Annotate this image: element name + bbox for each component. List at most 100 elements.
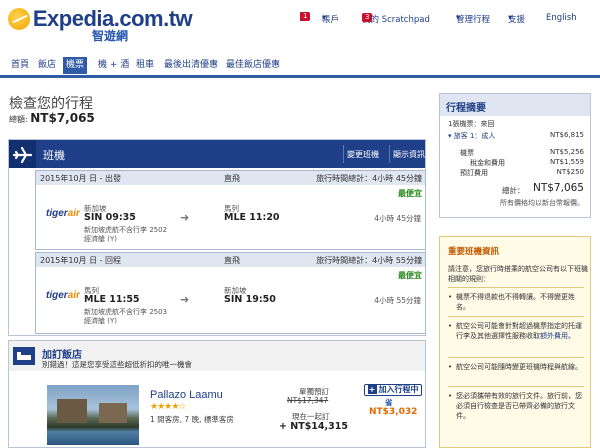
divider	[448, 386, 584, 387]
outbound-total-time: 旅行時間總計：4小時 45分鐘	[316, 174, 422, 183]
traveler-amount: NT$6,815	[549, 131, 584, 139]
summary-traveler[interactable]: ▾ 旅客 1：成人	[448, 131, 495, 141]
page-total: 總額: NT$7,065	[9, 111, 95, 125]
hotel-photo[interactable]	[47, 385, 139, 445]
tab-hotels[interactable]: 飯店	[35, 57, 59, 74]
inbound-type: 直飛	[224, 256, 240, 265]
standalone-price: NT$17,347	[287, 396, 329, 405]
inbound-header: 2015年10月 日 - 回程 直飛 旅行時間總計：4小時 55分鐘	[36, 253, 425, 267]
support-link[interactable]: 支援 ▾	[508, 13, 525, 25]
extra-fees-link[interactable]: 額外費用	[540, 332, 568, 340]
save-price: NT$3,032	[369, 407, 418, 417]
total-label: 總額:	[9, 115, 28, 124]
inbound-operator: 新加坡虎航不含行李 2503	[84, 308, 168, 316]
summary-tickets: 1張機票：來回	[448, 120, 495, 128]
tab-flights[interactable]: 機票	[63, 57, 88, 74]
divider	[448, 316, 584, 317]
outbound-date: 2015年10月 日 - 出發	[40, 174, 122, 183]
booking-label: 預訂費用	[460, 169, 488, 177]
hotel-stars: ★★★★☆	[150, 402, 186, 412]
summary-total-label: 總計：	[502, 186, 525, 195]
outbound-cheapest: 最便宜	[398, 189, 422, 198]
tab-last-minute[interactable]: 最後出清優惠	[161, 57, 221, 74]
tab-home[interactable]: 首頁	[8, 57, 32, 74]
inbound-to-time: SIN 19:50	[224, 294, 276, 305]
outbound-trip: 2015年10月 日 - 出發 直飛 旅行時間總計：4小時 45分鐘 最便宜 t…	[35, 170, 426, 250]
hotel-room: 1 間客房, 7 晚, 標準客房	[150, 415, 234, 424]
manage-label: 管理行程	[456, 15, 491, 25]
scratchpad-label: 我的 Scratchpad	[362, 15, 430, 25]
divider	[343, 145, 344, 163]
flight-info-panel: 重要班機資訊 請注意，您旅行時搭乘的航空公司有以下班機相關的規則： 機票不得退款…	[439, 236, 591, 448]
scratchpad-link[interactable]: 我的 Scratchpad 3 ▾	[362, 13, 430, 25]
hotel-section-sub: 別錯過！這是您享受這些超低折扣的唯一機會	[42, 360, 192, 369]
top-nav: 1 帳戶 ▾ 我的 Scratchpad 3 ▾ 管理行程 ▾ 支援 ▾ Eng…	[300, 12, 600, 28]
brand-subname: 智遊網	[92, 29, 129, 43]
airline-logo: tigerair	[46, 290, 80, 301]
support-label: 支援	[508, 15, 526, 25]
fare-amount: NT$5,256	[549, 148, 584, 156]
tab-cars[interactable]: 租車	[133, 57, 157, 74]
page-title: 檢查您的行程	[9, 96, 93, 112]
info-title: 重要班機資訊	[448, 247, 500, 257]
inbound-cabin: 經濟艙 (Y)	[84, 317, 117, 325]
manage-trips-link[interactable]: 管理行程 ▾	[456, 13, 490, 25]
account-label: 帳戶	[322, 15, 340, 25]
plane-icon	[9, 140, 36, 168]
total-value: NT$7,065	[30, 111, 95, 125]
tab-package[interactable]: 機 + 酒	[95, 57, 132, 74]
arrow-right-icon: ➜	[180, 211, 190, 224]
flight-panel: 班機 變更班機 顯示資訊 2015年10月 日 - 出發 直飛 旅行時間總計：4…	[8, 139, 426, 336]
account-link[interactable]: 帳戶 ▾	[322, 13, 339, 25]
outbound-type: 直飛	[224, 174, 240, 183]
globe-icon	[8, 8, 30, 30]
divider	[389, 145, 390, 163]
tab-underline	[0, 75, 600, 78]
tax-amount: NT$1,559	[549, 158, 584, 166]
outbound-from-time: SIN 09:35	[84, 212, 136, 223]
currency-note: 所有價格均以新台幣報價。	[500, 199, 584, 207]
outbound-operator: 新加坡虎航不含行李 2502	[84, 226, 168, 234]
inbound-cheapest: 最便宜	[398, 271, 422, 280]
inbound-total-time: 旅行時間總計：4小時 55分鐘	[316, 256, 422, 265]
tax-label: 稅金和費用	[470, 159, 505, 167]
outbound-cabin: 經濟艙 (Y)	[84, 235, 117, 243]
airline-logo: tigerair	[46, 208, 80, 219]
summary-total-amount: NT$7,065	[532, 182, 584, 194]
bed-icon	[13, 347, 35, 365]
show-info-link[interactable]: 顯示資訊	[393, 149, 425, 160]
info-item: 航空公司可能隨時變更班機時程與航線。	[448, 362, 586, 372]
hotel-panel: 加訂飯店 別錯過！這是您享受這些超低折扣的唯一機會 Pallazo Laamu …	[8, 340, 426, 448]
flight-panel-header: 班機 變更班機 顯示資訊	[9, 140, 425, 168]
scratchpad-count: 3	[362, 13, 373, 22]
summary-title: 行程摘要	[440, 94, 590, 116]
language-link[interactable]: English	[546, 13, 577, 23]
together-price: + NT$14,315	[279, 421, 348, 432]
notification-count: 1	[300, 12, 311, 21]
divider	[448, 287, 584, 288]
trip-summary: 行程摘要 1張機票：來回 ▾ 旅客 1：成人 NT$6,815 機票 NT$5,…	[439, 93, 591, 218]
info-item: 航空公司可能會針對超過機票指定的托運行李及其他選擇性服務收取額外費用。	[448, 321, 586, 341]
tab-hotel-deals[interactable]: 最佳飯店優惠	[223, 57, 283, 74]
hotel-name[interactable]: Pallazo Laamu	[150, 389, 223, 401]
traveler-label: 旅客 1：成人	[453, 132, 496, 140]
divider	[448, 357, 584, 358]
arrow-right-icon: ➜	[180, 293, 190, 306]
inbound-from-time: MLE 11:55	[84, 294, 140, 305]
hotel-panel-header: 加訂飯店 別錯過！這是您享受這些超低折扣的唯一機會	[9, 341, 425, 371]
inbound-trip: 2015年10月 日 - 回程 直飛 旅行時間總計：4小時 55分鐘 最便宜 t…	[35, 252, 426, 334]
site-header: Expedia.com.tw 智遊網 1 帳戶 ▾ 我的 Scratchpad …	[0, 0, 600, 52]
add-to-trip-button[interactable]: + 加入行程中	[364, 384, 422, 396]
change-flight-link[interactable]: 變更班機	[347, 149, 379, 160]
inbound-duration: 4小時 55分鐘	[374, 296, 421, 305]
plus-icon: +	[367, 385, 377, 394]
outbound-duration: 4小時 45分鐘	[374, 214, 421, 223]
fare-label: 機票	[460, 149, 474, 157]
flights-title: 班機	[43, 149, 65, 162]
outbound-to-time: MLE 11:20	[224, 212, 280, 223]
expedia-logo[interactable]: Expedia.com.tw 智遊網	[8, 6, 193, 43]
inbound-date: 2015年10月 日 - 回程	[40, 256, 122, 265]
info-item: 機票不得退款也不得轉讓。不得變更姓名。	[448, 292, 586, 312]
info-item: 您必須攜帶有效的旅行文件。旅行前，您必須自行檢查是否已帶齊必備的旅行文件。	[448, 391, 586, 421]
add-button-label: 加入行程中	[378, 385, 419, 394]
